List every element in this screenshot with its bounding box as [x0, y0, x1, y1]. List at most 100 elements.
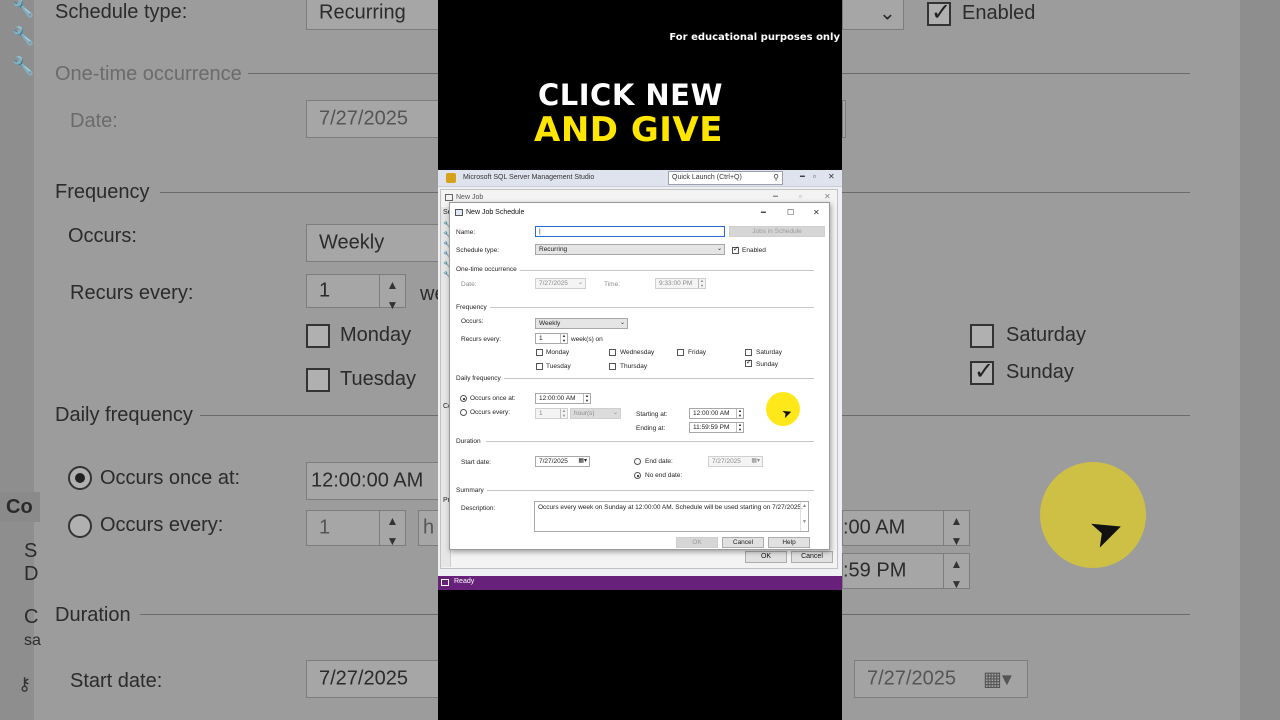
occurs-every-radio[interactable] — [460, 409, 467, 416]
bg-starting-value: :00 AM — [843, 516, 906, 539]
start-date-field[interactable]: 7/27/2025 ▦▾ — [535, 456, 590, 467]
bg-unit-select: h — [418, 510, 440, 546]
help-button[interactable]: Help — [768, 537, 810, 548]
caption-line-2: AND GIVE — [534, 110, 723, 150]
bg-occurs-every-value: 1 — [319, 516, 331, 539]
description-label: Description: — [461, 505, 496, 512]
schedule-type-label: Schedule type: — [456, 247, 500, 254]
maximize-icon[interactable]: ▫ — [813, 172, 816, 181]
minimize-icon[interactable]: ━ — [773, 192, 778, 201]
bg-occurs-value: Weekly — [319, 231, 385, 254]
bg-enabled-label: Enabled — [962, 2, 1036, 24]
spinner-icon: ▲ ▼ — [736, 409, 743, 418]
saturday-checkbox[interactable] — [745, 349, 752, 356]
cancel-button[interactable]: Cancel — [722, 537, 764, 548]
minimize-icon[interactable]: ━ — [800, 172, 805, 181]
bg-schedule-type-select: Recurring — [306, 0, 446, 30]
starting-at-value: 12:00:00 AM — [693, 410, 730, 417]
bg-occurs-once-value: 12:00:00 AM — [311, 469, 424, 492]
ssms-logo-icon — [446, 173, 456, 183]
section-divider — [487, 490, 814, 491]
spinner-icon: ▲ ▼ — [583, 394, 590, 403]
bg-schedule-type-value: Recurring — [319, 1, 406, 24]
no-end-date-radio[interactable] — [634, 472, 641, 479]
enabled-checkbox[interactable] — [732, 245, 739, 254]
bg-spinner: ▲ ▼ — [943, 554, 969, 591]
bg-occurs-once-label: Occurs once at: — [100, 467, 241, 489]
close-icon[interactable]: ✕ — [824, 192, 831, 201]
bg-date-value: 7/27/2025 — [319, 107, 408, 130]
one-time-time-value: 9:33:00 PM — [659, 280, 693, 287]
bg-end-date-field: 7/27/2025 ▦▾ — [854, 660, 1028, 698]
bg-start-date-value: 7/27/2025 — [319, 667, 408, 690]
occurs-once-radio[interactable] — [460, 395, 467, 402]
bg-monday-checkbox — [306, 324, 330, 348]
occurs-once-label: Occurs once at: — [470, 395, 516, 402]
minimize-icon[interactable]: ━ — [761, 208, 766, 217]
ending-at-field[interactable]: 11:59:59 PM ▲ ▼ — [689, 422, 744, 433]
bg-dropdown-edge: ⌄ — [842, 0, 904, 30]
occurs-once-field[interactable]: 12:00:00 AM ▲ ▼ — [535, 393, 591, 404]
spinner-icon: ▲ ▼ — [560, 409, 567, 418]
status-icon — [441, 579, 449, 586]
dialog-title: New Job Schedule — [466, 209, 525, 216]
bg-schedule-type-label: Schedule type: — [55, 1, 188, 23]
start-date-label: Start date: — [461, 459, 491, 466]
chevron-down-icon: ⌄ — [716, 246, 722, 252]
duration-section-label: Duration — [456, 438, 481, 445]
wednesday-checkbox[interactable] — [609, 349, 616, 356]
one-time-date-label: Date: — [461, 281, 477, 288]
starting-at-field[interactable]: 12:00:00 AM ▲ ▼ — [689, 408, 744, 419]
description-value: Occurs every week on Sunday at 12:00:00 … — [538, 504, 803, 511]
close-icon[interactable]: ✕ — [828, 172, 835, 181]
friday-checkbox[interactable] — [677, 349, 684, 356]
bg-divider — [140, 614, 438, 615]
thursday-checkbox[interactable] — [609, 363, 616, 370]
occurs-select[interactable]: Weekly ⌄ — [535, 318, 628, 329]
ok-button[interactable]: OK — [676, 537, 718, 548]
ssms-title: Microsoft SQL Server Management Studio — [463, 174, 595, 181]
end-date-field[interactable]: 7/27/2025 ▦▾ — [708, 456, 763, 467]
jobs-in-schedule-button[interactable]: Jobs in Schedule — [729, 226, 825, 237]
one-time-date-field[interactable]: 7/27/2025 ⌄ — [535, 278, 586, 289]
wrench-icon: 🔧 — [12, 0, 35, 18]
bg-sunday-checkbox — [970, 357, 994, 386]
bg-start-date-label: Start date: — [70, 670, 163, 692]
maximize-icon[interactable]: ☐ — [787, 208, 794, 217]
bg-ending-value: :59 PM — [843, 559, 907, 582]
schedule-type-select[interactable]: Recurring ⌄ — [535, 244, 725, 255]
scrollbar[interactable]: ▲ ▼ — [800, 502, 808, 531]
maximize-icon[interactable]: ▫ — [799, 192, 802, 201]
new-job-schedule-dialog: New Job Schedule ━ ☐ ✕ Name: | Jobs in S… — [449, 202, 830, 550]
occurs-every-field[interactable]: 1 ▲ ▼ — [535, 408, 568, 419]
ssms-title-bar: Microsoft SQL Server Management Studio Q… — [438, 170, 842, 187]
spinner-icon: ▲ ▼ — [698, 279, 705, 288]
sunday-checkbox[interactable] — [745, 358, 752, 367]
bg-divider — [842, 415, 1190, 416]
bg-occurs-every-radio — [68, 514, 92, 538]
description-field[interactable]: Occurs every week on Sunday at 12:00:00 … — [534, 501, 809, 532]
recurs-every-field[interactable]: 1 ▲ ▼ — [535, 333, 568, 344]
enabled-label: Enabled — [742, 247, 766, 254]
recurs-unit-label: week(s) on — [571, 336, 603, 343]
starting-at-label: Starting at: — [636, 411, 668, 418]
new-job-cancel-button[interactable]: Cancel — [791, 551, 833, 563]
occurs-every-value: 1 — [539, 410, 543, 417]
window-icon — [455, 209, 463, 216]
occurs-every-label: Occurs every: — [470, 409, 511, 416]
one-time-time-field[interactable]: 9:33:00 PM ▲ ▼ — [655, 278, 706, 289]
right-edge-strip — [1240, 0, 1280, 720]
monday-label: Monday — [546, 349, 570, 356]
occurs-every-unit-select[interactable]: hour(s) ⌄ — [570, 408, 621, 419]
name-input[interactable]: | — [535, 226, 725, 237]
quick-launch-input[interactable]: Quick Launch (Ctrl+Q) ⚲ — [668, 171, 783, 185]
tuesday-checkbox[interactable] — [536, 363, 543, 370]
bg-divider — [842, 73, 1190, 74]
monday-checkbox[interactable] — [536, 349, 543, 356]
caption-line-1: CLICK NEW — [538, 78, 723, 112]
end-date-radio[interactable] — [634, 458, 641, 465]
new-job-ok-button[interactable]: OK — [745, 551, 787, 563]
sunday-label: Sunday — [756, 361, 779, 368]
friday-label: Friday — [688, 349, 707, 356]
close-icon[interactable]: ✕ — [813, 208, 820, 217]
